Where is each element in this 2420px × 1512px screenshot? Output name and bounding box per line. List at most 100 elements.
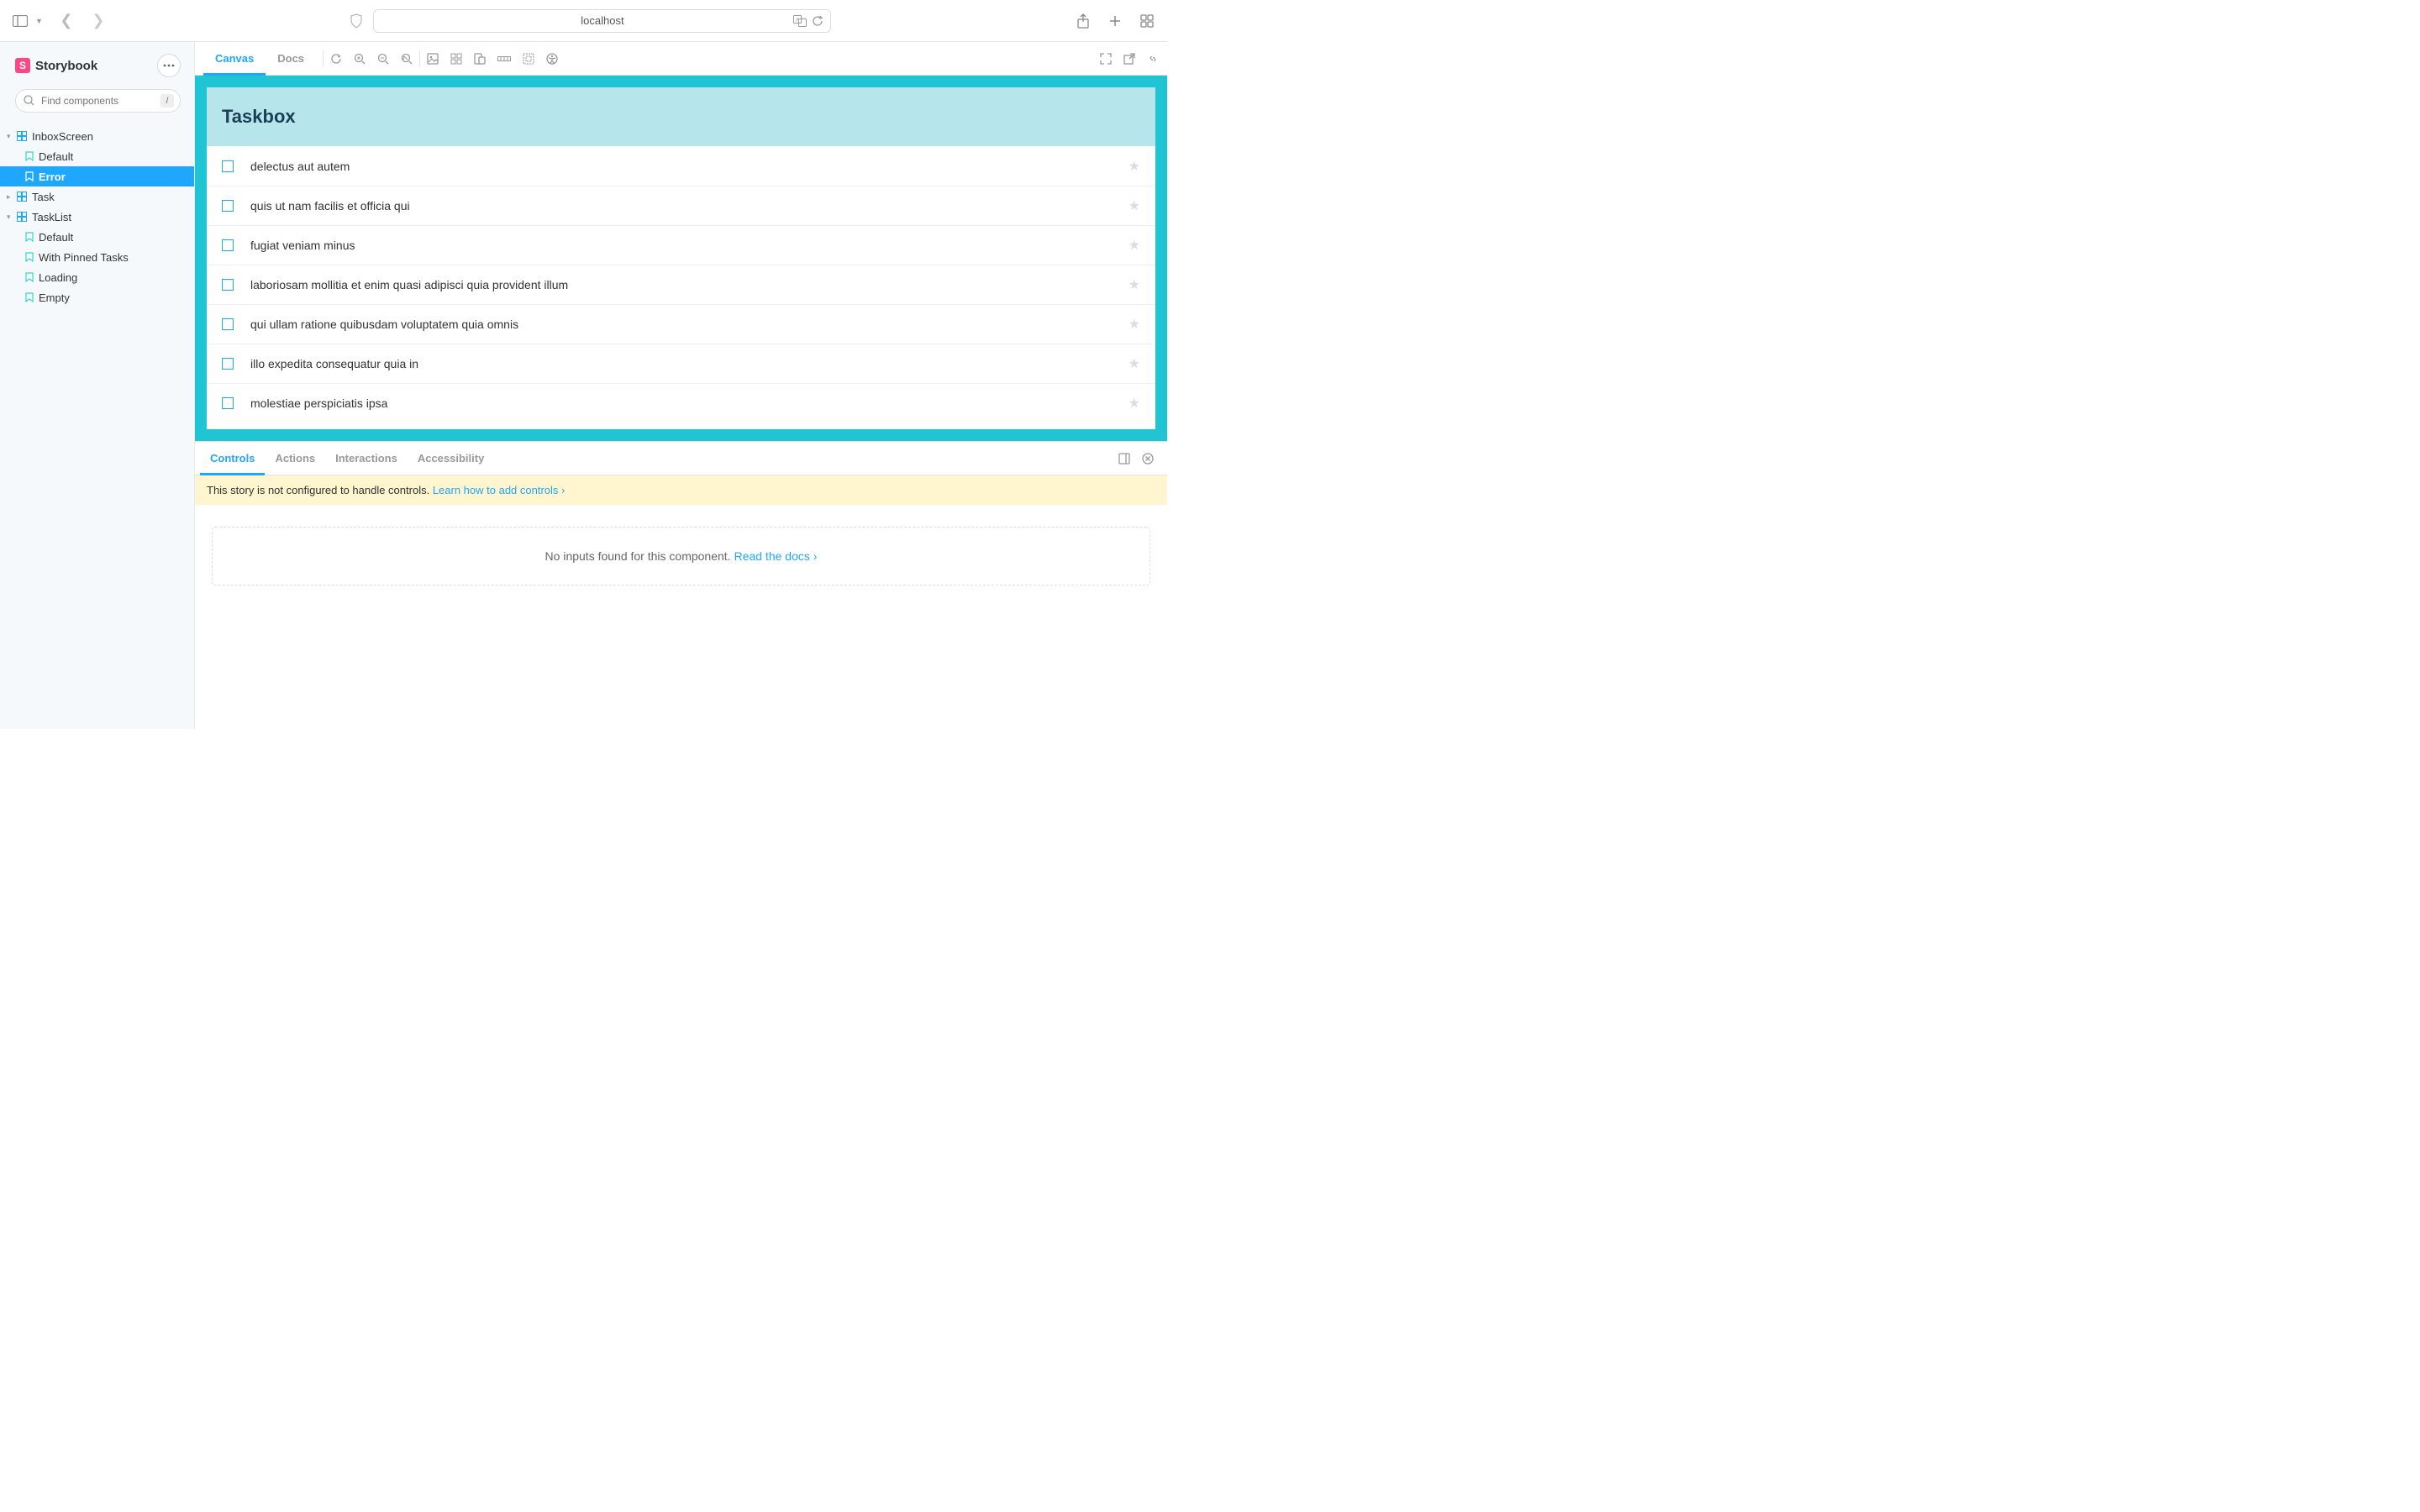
task-title: qui ullam ratione quibusdam voluptatem q… bbox=[250, 318, 1128, 331]
task-row: qui ullam ratione quibusdam voluptatem q… bbox=[207, 304, 1155, 344]
star-icon[interactable]: ★ bbox=[1128, 395, 1140, 412]
addon-tab-accessibility[interactable]: Accessibility bbox=[408, 442, 495, 475]
tab-canvas[interactable]: Canvas bbox=[203, 42, 266, 75]
addons-close-icon[interactable] bbox=[1142, 453, 1154, 465]
toolbar-icon-group-1 bbox=[330, 53, 413, 65]
warning-text: This story is not configured to handle c… bbox=[207, 484, 433, 496]
story-label: With Pinned Tasks bbox=[39, 251, 129, 264]
tree-story-default[interactable]: Default bbox=[0, 227, 194, 247]
reload-icon[interactable] bbox=[812, 15, 823, 27]
tree-story-default[interactable]: Default bbox=[0, 146, 194, 166]
story-label: Loading bbox=[39, 271, 77, 284]
tree-story-empty[interactable]: Empty bbox=[0, 287, 194, 307]
star-icon[interactable]: ★ bbox=[1128, 355, 1140, 372]
addon-tab-actions[interactable]: Actions bbox=[265, 442, 325, 475]
sidebar-toggle-icon[interactable] bbox=[12, 13, 29, 29]
forward-icon[interactable]: ❯ bbox=[90, 13, 107, 29]
component-label: InboxScreen bbox=[32, 130, 93, 143]
addon-tabs: ControlsActionsInteractionsAccessibility bbox=[195, 442, 1167, 475]
story-tree: ▾ InboxScreen Default Error ▸Task▾TaskList De… bbox=[0, 121, 194, 307]
story-icon bbox=[25, 272, 34, 282]
story-label: Default bbox=[39, 150, 73, 163]
task-checkbox[interactable] bbox=[222, 318, 234, 330]
story-icon bbox=[25, 171, 34, 181]
task-row: fugiat veniam minus★ bbox=[207, 225, 1155, 265]
storybook-app: S Storybook / ▾ InboxScreen Default Error ▸T… bbox=[0, 42, 1167, 729]
component-label: TaskList bbox=[32, 211, 71, 223]
main-panel: CanvasDocs bbox=[195, 42, 1167, 729]
viewport-icon[interactable] bbox=[474, 53, 486, 65]
task-row: molestiae perspiciatis ipsa★ bbox=[207, 383, 1155, 423]
addon-body: No inputs found for this component. Read… bbox=[195, 505, 1167, 729]
privacy-shield-icon[interactable] bbox=[350, 13, 363, 29]
task-list: delectus aut autem★quis ut nam facilis e… bbox=[207, 146, 1155, 429]
copy-link-icon[interactable] bbox=[1147, 53, 1159, 65]
caret-icon: ▾ bbox=[7, 132, 15, 141]
tab-docs[interactable]: Docs bbox=[266, 42, 316, 75]
story-icon bbox=[25, 252, 34, 262]
measure-icon[interactable] bbox=[497, 53, 511, 65]
toolbar-separator bbox=[323, 50, 324, 67]
plus-icon[interactable] bbox=[1107, 13, 1123, 29]
back-icon[interactable]: ❮ bbox=[58, 13, 75, 29]
background-icon[interactable] bbox=[427, 53, 439, 65]
task-checkbox[interactable] bbox=[222, 279, 234, 291]
task-checkbox[interactable] bbox=[222, 397, 234, 409]
story-label: Empty bbox=[39, 291, 70, 304]
star-icon[interactable]: ★ bbox=[1128, 276, 1140, 293]
task-checkbox[interactable] bbox=[222, 358, 234, 370]
sidebar-menu-button[interactable] bbox=[157, 54, 181, 77]
preview-toolbar: CanvasDocs bbox=[195, 42, 1167, 76]
search-shortcut: / bbox=[160, 94, 174, 108]
component-icon bbox=[17, 192, 27, 202]
tabs-icon[interactable] bbox=[1139, 13, 1155, 29]
toolbar-tabs: CanvasDocs bbox=[203, 42, 316, 75]
search-input[interactable] bbox=[15, 89, 181, 113]
story-label: Error bbox=[39, 171, 66, 183]
outline-icon[interactable] bbox=[523, 53, 534, 65]
fullscreen-icon[interactable] bbox=[1100, 53, 1112, 65]
story-icon bbox=[25, 232, 34, 242]
share-icon[interactable] bbox=[1075, 13, 1092, 29]
addons-orientation-icon[interactable] bbox=[1118, 453, 1130, 465]
addon-tab-interactions[interactable]: Interactions bbox=[325, 442, 408, 475]
app-name: Storybook bbox=[35, 59, 97, 73]
sidebar-search: / bbox=[15, 89, 181, 113]
zoom-in-icon[interactable] bbox=[354, 53, 366, 65]
storybook-logo-mark: S bbox=[15, 58, 30, 73]
star-icon[interactable]: ★ bbox=[1128, 316, 1140, 333]
accessibility-icon[interactable] bbox=[546, 53, 558, 65]
tree-story-loading[interactable]: Loading bbox=[0, 267, 194, 287]
search-icon bbox=[24, 95, 34, 106]
empty-link[interactable]: Read the docs › bbox=[734, 549, 818, 563]
remount-icon[interactable] bbox=[330, 53, 342, 65]
tree-story-with-pinned-tasks[interactable]: With Pinned Tasks bbox=[0, 247, 194, 267]
star-icon[interactable]: ★ bbox=[1128, 197, 1140, 214]
task-checkbox[interactable] bbox=[222, 239, 234, 251]
task-checkbox[interactable] bbox=[222, 160, 234, 172]
tree-component-tasklist[interactable]: ▾TaskList bbox=[0, 207, 194, 227]
zoom-reset-icon[interactable] bbox=[401, 53, 413, 65]
translate-icon[interactable]: A bbox=[793, 15, 807, 27]
task-title: quis ut nam facilis et officia qui bbox=[250, 199, 1128, 213]
task-title: fugiat veniam minus bbox=[250, 239, 1128, 252]
chevron-down-icon[interactable]: ▼ bbox=[35, 17, 43, 25]
task-checkbox[interactable] bbox=[222, 200, 234, 212]
story-label: Default bbox=[39, 231, 73, 244]
open-new-tab-icon[interactable] bbox=[1123, 53, 1135, 65]
storybook-logo[interactable]: S Storybook bbox=[15, 58, 97, 73]
zoom-out-icon[interactable] bbox=[377, 53, 389, 65]
component-label: Task bbox=[32, 191, 55, 203]
addon-tab-controls[interactable]: Controls bbox=[200, 442, 265, 475]
warning-link[interactable]: Learn how to add controls › bbox=[433, 484, 566, 496]
controls-warning: This story is not configured to handle c… bbox=[195, 475, 1167, 505]
tree-component-task[interactable]: ▸Task bbox=[0, 186, 194, 207]
tree-story-error[interactable]: Error bbox=[0, 166, 194, 186]
star-icon[interactable]: ★ bbox=[1128, 158, 1140, 175]
task-title: molestiae perspiciatis ipsa bbox=[250, 396, 1128, 410]
star-icon[interactable]: ★ bbox=[1128, 237, 1140, 254]
grid-icon[interactable] bbox=[450, 53, 462, 65]
url-bar[interactable]: localhost A bbox=[373, 9, 831, 33]
task-title: delectus aut autem bbox=[250, 160, 1128, 173]
tree-component-inboxscreen[interactable]: ▾ InboxScreen bbox=[0, 126, 194, 146]
